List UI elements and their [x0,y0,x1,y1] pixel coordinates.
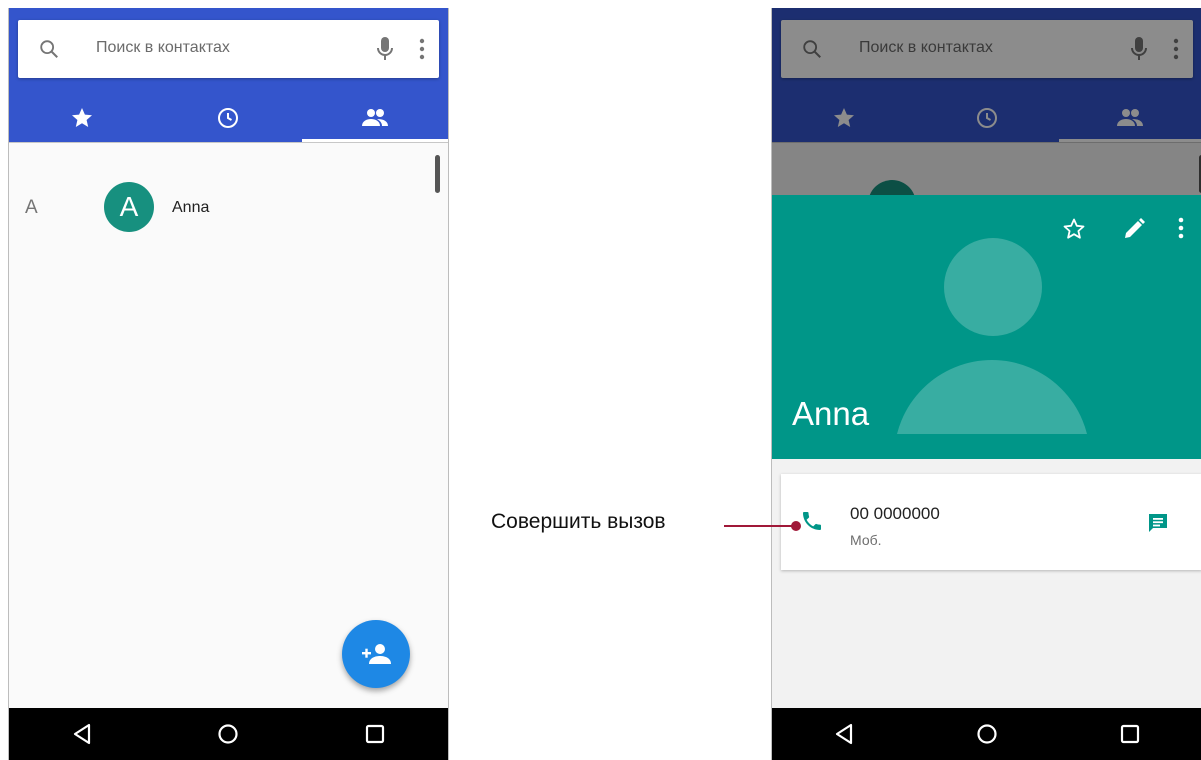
callout-line [724,525,796,527]
tab-bar [9,94,448,142]
dim-overlay [772,8,1201,195]
contact-name-title: Anna [792,395,870,432]
avatar[interactable]: A [104,182,154,232]
callout-label: Совершить вызов [491,510,666,533]
home-button[interactable] [155,708,301,760]
contact-name[interactable]: Anna [172,199,209,217]
callout-dot [791,521,801,531]
back-icon [74,723,91,745]
phone-number[interactable]: 00 0000000 [850,504,940,524]
favorite-star-icon[interactable] [1062,217,1086,246]
search-placeholder[interactable]: Поиск в контактах [96,39,230,57]
system-nav-bar [9,708,448,760]
divider [9,142,448,143]
search-bar[interactable]: Поиск в контактах [18,20,439,78]
phone-type-label: Моб. [850,532,882,548]
contacts-list-screen: Поиск в контактах A A Anna [8,8,449,760]
system-nav-bar [772,708,1201,760]
search-icon[interactable] [38,38,60,65]
phone-number-card[interactable]: 00 0000000 Моб. [781,474,1201,570]
people-icon [361,109,388,126]
contact-header: Anna [772,195,1201,459]
recents-button[interactable] [1059,708,1201,760]
home-icon [218,724,239,744]
star-icon [72,108,93,127]
add-contact-icon [362,644,391,664]
edit-icon[interactable] [1122,217,1146,246]
back-icon [835,723,852,745]
app-bar: Поиск в контактах [9,8,448,142]
person-placeholder-icon [944,238,1042,336]
back-button[interactable] [9,708,155,760]
home-button[interactable] [915,708,1058,760]
contact-detail-screen: Поиск в контактах Anna 00 0000000 Моб. [771,8,1201,760]
phone-icon[interactable] [799,509,825,538]
message-icon[interactable] [1146,511,1170,540]
recents-icon [365,724,384,744]
tab-contacts[interactable] [301,94,448,142]
home-icon [977,724,997,744]
more-options-icon[interactable] [1178,217,1184,244]
recents-icon [1121,724,1140,744]
back-button[interactable] [772,708,915,760]
tab-recent[interactable] [155,94,301,142]
microphone-icon[interactable] [375,36,395,67]
section-letter: A [25,197,38,218]
clock-icon [218,108,239,128]
add-contact-button[interactable] [342,620,410,688]
scrollbar[interactable] [435,155,440,193]
recents-button[interactable] [302,708,448,760]
more-options-icon[interactable] [419,38,425,65]
person-placeholder-body [894,360,1090,434]
tab-favorites[interactable] [9,94,155,142]
